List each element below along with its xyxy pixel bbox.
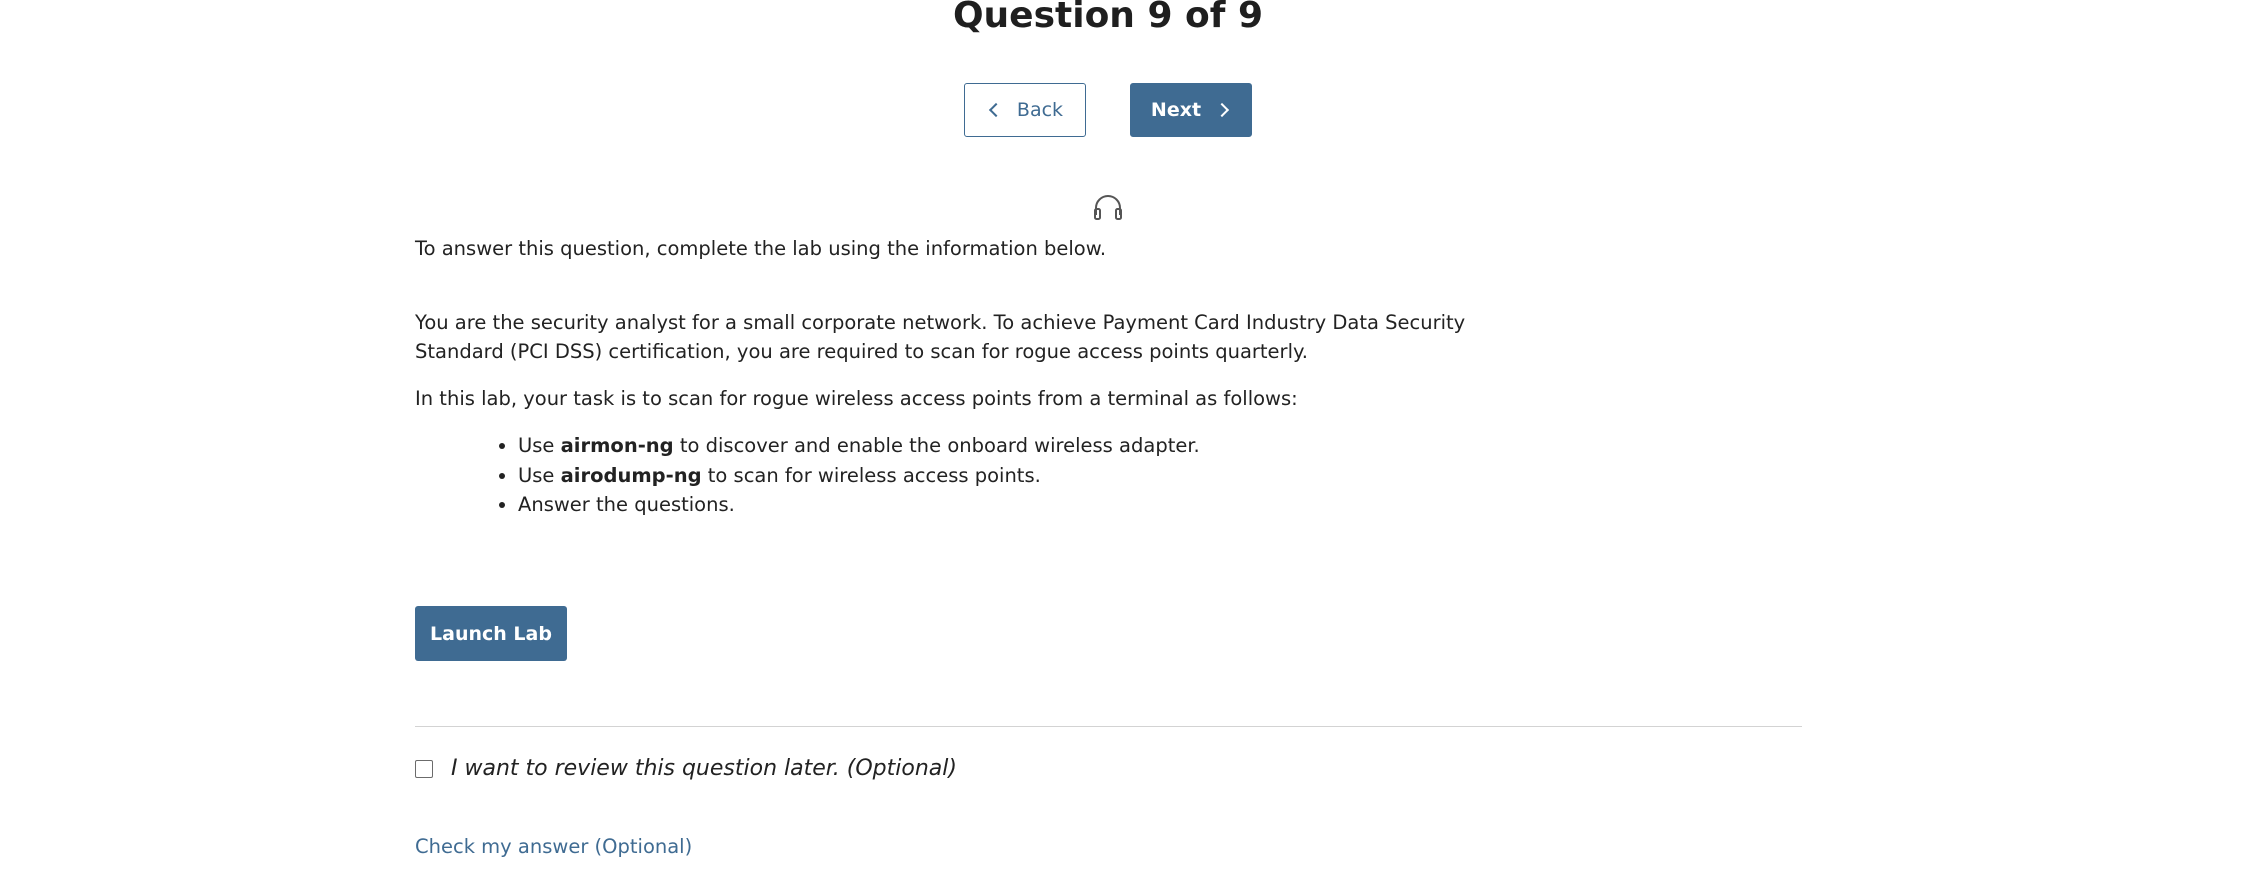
check-answer-link[interactable]: Check my answer (Optional) (415, 835, 692, 858)
review-later-label[interactable]: I want to review this question later. (O… (451, 756, 957, 781)
review-later-checkbox[interactable] (415, 759, 433, 778)
task-item: Answer the questions. (518, 490, 1200, 520)
chevron-left-icon (988, 102, 1003, 118)
command-name: airodump-ng (560, 463, 702, 487)
task-item: Use airmon-ng to discover and enable the… (518, 431, 1200, 461)
back-button[interactable]: Back (964, 83, 1086, 137)
task-list: Use airmon-ng to discover and enable the… (415, 431, 1200, 520)
launch-lab-button[interactable]: Launch Lab (415, 606, 567, 661)
headphones-icon[interactable] (1093, 193, 1123, 221)
next-button-label: Next (1150, 99, 1202, 121)
page-title: Question 9 of 9 (952, 0, 1264, 36)
question-scenario: You are the security analyst for a small… (415, 311, 1466, 363)
next-button[interactable]: Next (1130, 83, 1252, 137)
back-button-label: Back (1016, 99, 1064, 121)
review-later-row[interactable]: I want to review this question later. (O… (415, 756, 957, 781)
divider (415, 726, 1802, 727)
command-name: airmon-ng (560, 434, 674, 457)
chevron-right-icon (1214, 102, 1230, 118)
task-item: Use airodump-ng to scan for wireless acc… (518, 461, 1200, 491)
question-intro: To answer this question, complete the la… (415, 237, 1107, 260)
question-page: Question 9 of 9 Back Next To answer this… (0, 0, 2268, 876)
task-intro: In this lab, your task is to scan for ro… (415, 387, 1298, 410)
